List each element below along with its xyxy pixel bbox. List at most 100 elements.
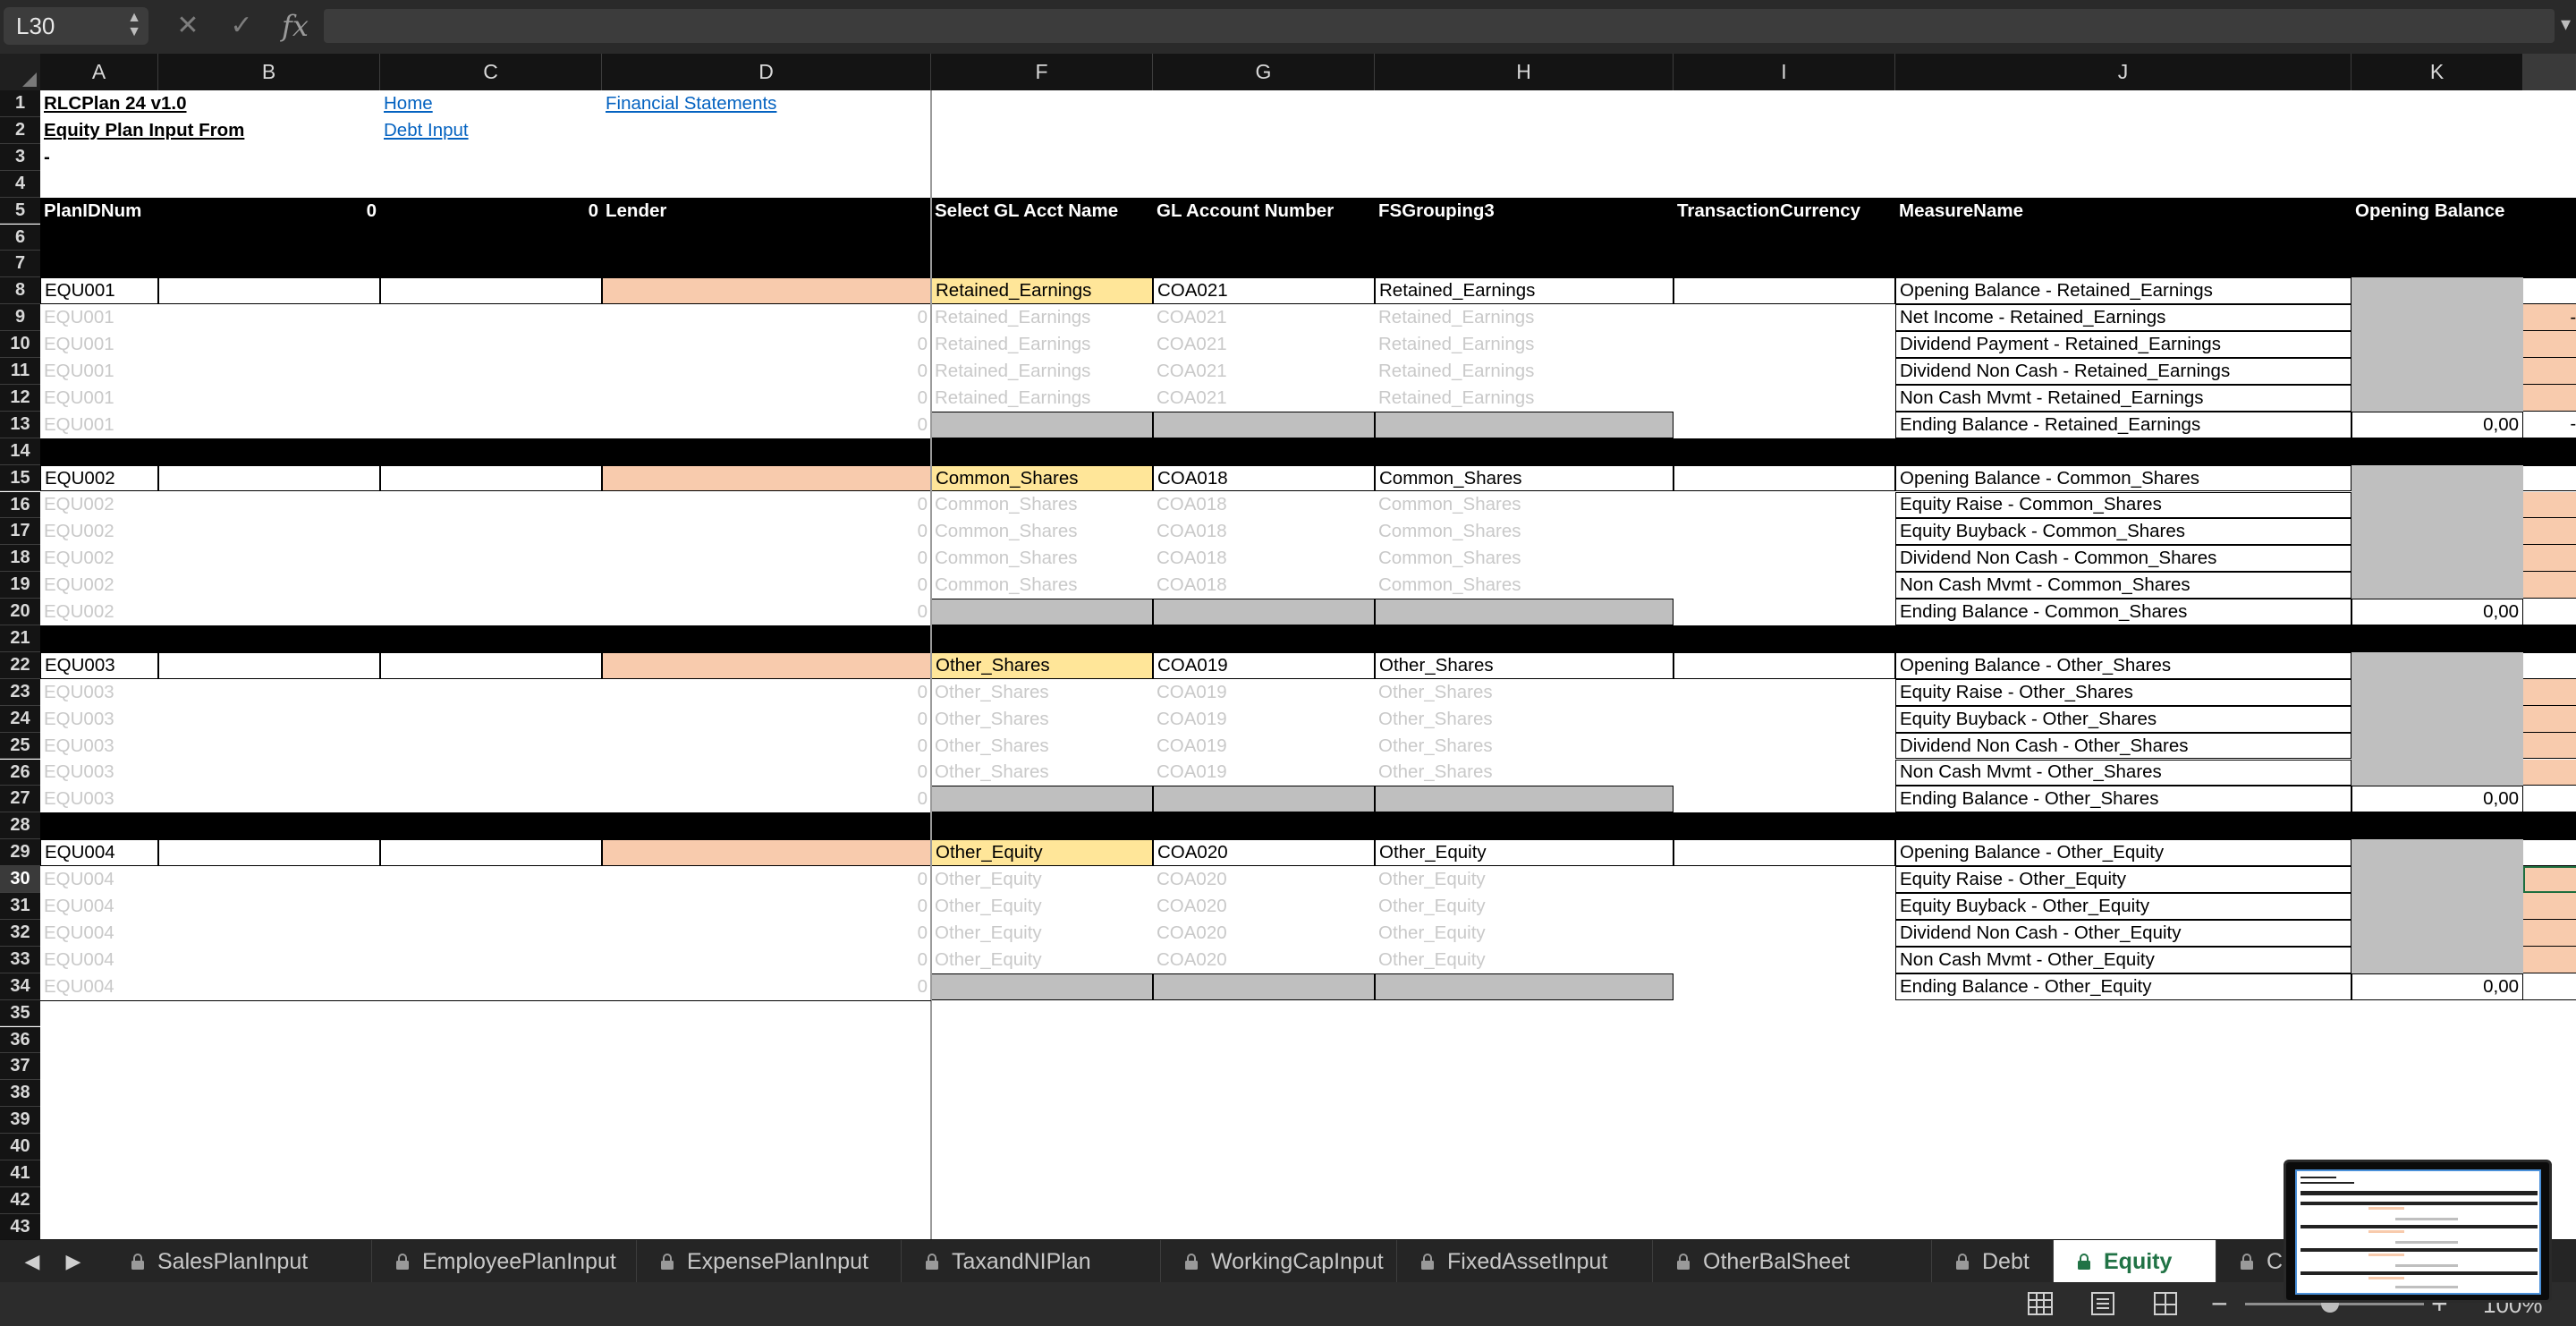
period-input-cell[interactable] <box>2523 732 2576 760</box>
row-header[interactable]: 43 <box>0 1213 40 1239</box>
selected-cell-highlight[interactable] <box>2523 866 2576 893</box>
period-input-cell[interactable] <box>2523 384 2576 412</box>
row-header[interactable]: 29 <box>0 839 40 867</box>
sheet-tab-employeeplaninput[interactable]: EmployeePlanInput <box>372 1240 637 1283</box>
normal-view-icon[interactable] <box>2027 1291 2054 1316</box>
period-input-cell[interactable] <box>2523 946 2576 973</box>
column-header[interactable]: G <box>1153 54 1375 90</box>
zoom-out-button[interactable]: − <box>2211 1288 2228 1320</box>
period-input-cell[interactable] <box>2523 759 2576 786</box>
lender-input[interactable] <box>602 839 931 867</box>
row-header[interactable]: 14 <box>0 438 40 465</box>
sheet-tab-debt[interactable]: Debt <box>1932 1240 2054 1283</box>
lender-input[interactable] <box>602 277 931 305</box>
row-header[interactable]: 3 <box>0 143 40 171</box>
column-header[interactable]: H <box>1375 54 1674 90</box>
period-input-cell[interactable] <box>2523 491 2576 519</box>
column-header[interactable]: J <box>1895 54 2351 90</box>
input-cell[interactable] <box>158 464 380 492</box>
column-header[interactable]: K <box>2351 54 2523 90</box>
plan-id-cell[interactable]: EQU002 <box>40 464 158 492</box>
l-cell[interactable] <box>2523 839 2576 867</box>
column-header[interactable]: B <box>158 54 380 90</box>
currency-cell[interactable] <box>1674 651 1895 679</box>
row-header[interactable]: 38 <box>0 1080 40 1108</box>
plan-id-cell[interactable]: EQU004 <box>40 839 158 867</box>
gl-account-select[interactable]: Retained_Earnings <box>931 277 1153 305</box>
cancel-edit-icon[interactable]: ✕ <box>170 7 206 45</box>
row-header[interactable]: 32 <box>0 919 40 947</box>
sheet-tab-equity[interactable]: Equity <box>2054 1240 2216 1283</box>
input-cell[interactable] <box>380 277 602 305</box>
row-header[interactable]: 19 <box>0 572 40 599</box>
period-input-cell[interactable] <box>2523 518 2576 546</box>
plan-id-cell[interactable]: EQU001 <box>40 277 158 305</box>
row-header[interactable]: 22 <box>0 651 40 679</box>
formula-input[interactable] <box>324 9 2555 43</box>
row-header[interactable]: 37 <box>0 1053 40 1081</box>
row-header[interactable]: 4 <box>0 170 40 198</box>
lender-input[interactable] <box>602 651 931 679</box>
column-header[interactable]: I <box>1674 54 1895 90</box>
row-header[interactable]: 40 <box>0 1134 40 1160</box>
page-layout-icon[interactable] <box>2089 1291 2116 1316</box>
row-header[interactable]: 12 <box>0 384 40 412</box>
name-box[interactable]: L30 ▲ ▼ <box>4 7 148 45</box>
l-cell[interactable] <box>2523 464 2576 492</box>
sheet-tab-fixedassetinput[interactable]: FixedAssetInput <box>1397 1240 1653 1283</box>
period-input-cell[interactable] <box>2523 919 2576 947</box>
gl-account-select[interactable]: Common_Shares <box>931 464 1153 492</box>
input-cell[interactable] <box>380 464 602 492</box>
period-input-cell[interactable] <box>2523 705 2576 733</box>
sheet-tab-taxandniplan[interactable]: TaxandNIPlan <box>902 1240 1161 1283</box>
row-header[interactable]: 31 <box>0 893 40 920</box>
insert-function-icon[interactable]: fx <box>277 7 313 45</box>
l-cell[interactable] <box>2523 651 2576 679</box>
row-header[interactable]: 15 <box>0 464 40 492</box>
sheet-tab-expenseplaninput[interactable]: ExpensePlanInput <box>637 1240 902 1283</box>
lender-input[interactable] <box>602 464 931 492</box>
plan-id-cell[interactable]: EQU003 <box>40 651 158 679</box>
column-header[interactable]: A <box>40 54 158 90</box>
sheet-minimap[interactable] <box>2284 1160 2552 1303</box>
debt-input-link[interactable]: Debt Input <box>380 117 602 144</box>
row-header[interactable]: 30 <box>0 866 40 893</box>
row-header[interactable]: 11 <box>0 358 40 385</box>
row-header[interactable]: 35 <box>0 999 40 1027</box>
row-header[interactable]: 7 <box>0 251 40 278</box>
row-header[interactable]: 18 <box>0 545 40 573</box>
currency-cell[interactable] <box>1674 277 1895 305</box>
row-header[interactable]: 27 <box>0 786 40 813</box>
name-box-stepper-icon[interactable]: ▲ ▼ <box>127 11 141 39</box>
confirm-edit-icon[interactable]: ✓ <box>224 7 259 45</box>
column-header[interactable]: C <box>380 54 602 90</box>
row-header[interactable]: 2 <box>0 116 40 144</box>
opening-balance-input[interactable] <box>2351 464 2523 599</box>
row-header[interactable]: 25 <box>0 732 40 760</box>
row-header[interactable]: 41 <box>0 1160 40 1187</box>
period-input-cell[interactable] <box>2523 893 2576 920</box>
row-header[interactable]: 33 <box>0 946 40 973</box>
period-input-cell[interactable] <box>2523 678 2576 706</box>
input-cell[interactable] <box>158 839 380 867</box>
row-header[interactable]: 8 <box>0 277 40 305</box>
row-header[interactable]: 34 <box>0 973 40 1000</box>
row-header[interactable]: 10 <box>0 331 40 358</box>
chevron-left-icon[interactable]: ◀ <box>14 1240 50 1283</box>
sheet-tab-otherbalsheet[interactable]: OtherBalSheet <box>1653 1240 1932 1283</box>
period-input-cell[interactable] <box>2523 331 2576 358</box>
expand-formula-bar-icon[interactable]: ▾ <box>2561 13 2571 36</box>
row-header[interactable]: 24 <box>0 705 40 733</box>
gl-account-select[interactable]: Other_Equity <box>931 839 1153 867</box>
l-cell[interactable] <box>2523 277 2576 305</box>
opening-balance-input[interactable] <box>2351 277 2523 412</box>
row-header[interactable]: 26 <box>0 759 40 786</box>
row-header[interactable]: 13 <box>0 411 40 438</box>
row-header[interactable]: 17 <box>0 518 40 546</box>
opening-balance-input[interactable] <box>2351 839 2523 973</box>
row-header[interactable]: 21 <box>0 625 40 652</box>
input-cell[interactable] <box>158 651 380 679</box>
column-header[interactable]: F <box>931 54 1153 90</box>
input-cell[interactable] <box>158 277 380 305</box>
sheet-tab-workingcapinput[interactable]: WorkingCapInput <box>1161 1240 1397 1283</box>
